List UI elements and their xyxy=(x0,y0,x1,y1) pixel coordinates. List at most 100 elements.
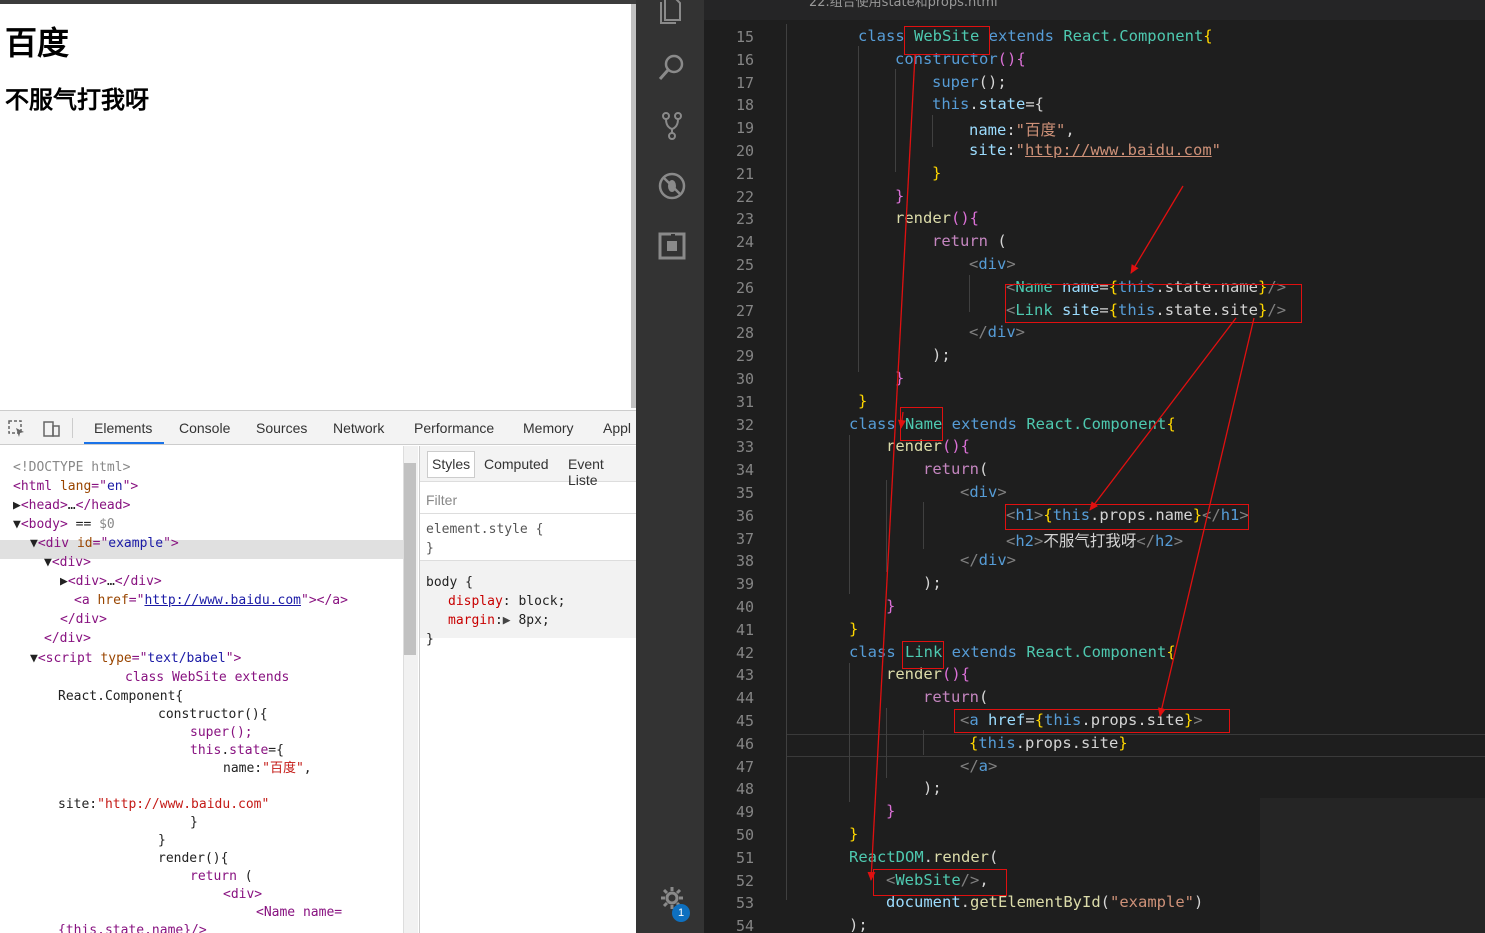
extensions-icon[interactable] xyxy=(657,231,687,261)
dom-line[interactable]: super(); xyxy=(190,723,253,742)
line-number: 33 xyxy=(735,438,754,457)
code-line[interactable]: ReactDOM.render( xyxy=(849,848,998,866)
dom-line[interactable]: } xyxy=(158,831,166,850)
dom-line[interactable]: class WebSite extends xyxy=(125,668,289,687)
tab-sources[interactable]: Sources xyxy=(256,420,307,436)
code-line[interactable]: <h2>不服气打我呀</h2> xyxy=(1006,529,1183,551)
dom-line[interactable]: React.Component{ xyxy=(58,687,183,706)
code-line[interactable]: render(){ xyxy=(895,209,979,227)
dom-line[interactable]: ▼<div> xyxy=(44,553,91,572)
code-token: extends xyxy=(951,414,1027,433)
code-line[interactable]: super(); xyxy=(932,73,1007,91)
code-token: state xyxy=(978,95,1026,114)
code-line[interactable]: } xyxy=(895,187,904,205)
code-token: </ xyxy=(960,551,979,570)
code-line[interactable]: } xyxy=(886,802,895,820)
tab-elements[interactable]: Elements xyxy=(94,420,152,436)
dom-line[interactable]: <div> xyxy=(223,885,262,904)
tab-styles[interactable]: Styles xyxy=(432,456,470,472)
dom-line[interactable]: render(){ xyxy=(158,849,228,868)
explorer-icon[interactable] xyxy=(657,0,687,24)
code-line[interactable]: site:"http://www.baidu.com" xyxy=(969,141,1221,159)
tab-application[interactable]: Appl xyxy=(603,420,631,436)
code-line[interactable]: ); xyxy=(923,779,942,797)
code-line[interactable]: } xyxy=(849,825,858,843)
code-line[interactable]: class Name extends React.Component{ xyxy=(849,415,1176,433)
margin-prop[interactable]: margin xyxy=(448,613,495,628)
editor-tab-title[interactable]: 22.组合使用state和props.html xyxy=(809,0,998,10)
dom-token: ▼ xyxy=(30,536,38,551)
dom-line[interactable]: <!DOCTYPE html> xyxy=(13,458,130,477)
tab-computed[interactable]: Computed xyxy=(484,456,549,472)
code-line[interactable]: ); xyxy=(849,916,868,933)
dom-line[interactable]: } xyxy=(190,813,198,832)
code-line[interactable]: </div> xyxy=(969,323,1025,341)
code-line[interactable]: } xyxy=(849,620,858,638)
dom-line[interactable]: ▼<script type="text/babel"> xyxy=(30,649,241,668)
code-line[interactable]: } xyxy=(886,597,895,615)
line-number: 38 xyxy=(735,552,754,571)
tab-network[interactable]: Network xyxy=(333,420,384,436)
dom-tree[interactable]: <!DOCTYPE html> <html lang="en"> ▶<head>…<… xyxy=(0,446,403,933)
dom-line[interactable]: site:"http://www.baidu.com" xyxy=(58,795,269,814)
search-icon[interactable] xyxy=(657,52,687,82)
dom-token: this xyxy=(190,743,222,758)
dom-line[interactable]: <Name name= xyxy=(256,903,342,922)
dom-line[interactable]: ▶<div>…</div> xyxy=(60,572,162,591)
code-line[interactable]: this.state={ xyxy=(932,95,1044,113)
body-rule-close: } xyxy=(426,632,434,647)
code-line[interactable]: } xyxy=(858,392,867,410)
code-line[interactable]: name:"百度", xyxy=(969,118,1075,140)
dom-line[interactable]: ▶<head>…</head> xyxy=(13,496,130,515)
dom-line[interactable]: <a href="http://www.baidu.com"></a> xyxy=(74,591,348,610)
code-line[interactable]: <div> xyxy=(960,483,1007,501)
code-line[interactable]: document.getElementById("example") xyxy=(886,893,1203,911)
dom-line[interactable]: {this.state.name}/> xyxy=(58,921,207,933)
code-line[interactable]: </div> xyxy=(960,551,1016,569)
tab-memory[interactable]: Memory xyxy=(523,420,574,436)
code-line[interactable]: return( xyxy=(923,688,988,706)
inspect-element-icon[interactable] xyxy=(8,420,26,438)
dom-scrollbar-thumb[interactable] xyxy=(404,463,416,655)
code-editor: 1 22.组合使用state和props.html 15 16 17 18 19 20 21… xyxy=(636,0,1485,933)
styles-filter-input[interactable]: Filter xyxy=(426,492,457,508)
code-line[interactable]: <div> xyxy=(969,255,1016,273)
code-token: React.Component xyxy=(1063,27,1204,45)
code-line[interactable]: return( xyxy=(923,460,988,478)
code-line[interactable]: return ( xyxy=(932,232,1007,250)
indent-guide xyxy=(786,870,787,900)
dom-line[interactable]: this.state={ xyxy=(190,741,284,760)
dom-line[interactable]: ▼<div id="example"> xyxy=(30,534,179,553)
dom-line[interactable]: name:"百度", xyxy=(223,759,312,778)
code-token: { xyxy=(960,437,971,456)
code-line[interactable]: class Link extends React.Component{ xyxy=(849,643,1176,661)
expand-triangle-icon[interactable]: ▶ xyxy=(503,613,511,628)
dom-line[interactable]: return ( xyxy=(190,867,253,886)
code-line[interactable]: ); xyxy=(932,346,951,364)
tab-performance[interactable]: Performance xyxy=(414,420,494,436)
display-prop[interactable]: display xyxy=(448,594,503,609)
code-token: return xyxy=(923,688,979,707)
page-heading-2: 不服气打我呀 xyxy=(5,86,149,114)
dom-line[interactable]: </div> xyxy=(44,629,91,648)
code-line[interactable]: </a> xyxy=(960,757,997,775)
dom-line[interactable]: ▼<body> == $0 xyxy=(13,515,115,534)
element-style-selector[interactable]: element.style { xyxy=(426,520,543,539)
display-value[interactable]: block; xyxy=(518,594,565,609)
margin-value[interactable]: 8px; xyxy=(518,613,549,628)
code-token: (); xyxy=(978,72,1007,91)
source-control-icon[interactable] xyxy=(657,111,687,141)
dom-line[interactable]: <html lang="en"> xyxy=(13,477,138,496)
code-line[interactable]: } xyxy=(895,369,904,387)
dom-line[interactable]: constructor(){ xyxy=(158,705,268,724)
code-line[interactable]: ); xyxy=(923,574,942,592)
tab-event-listeners[interactable]: Event Liste xyxy=(568,456,636,488)
tab-console[interactable]: Console xyxy=(179,420,230,436)
code-line[interactable]: } xyxy=(932,164,941,182)
device-toolbar-icon[interactable] xyxy=(42,420,60,438)
code-line[interactable]: {this.props.site} xyxy=(969,734,1128,752)
dom-token: <head> xyxy=(20,498,68,513)
debug-icon[interactable] xyxy=(657,171,687,201)
dom-line[interactable]: </div> xyxy=(60,610,107,629)
code-token: this xyxy=(978,733,1016,752)
